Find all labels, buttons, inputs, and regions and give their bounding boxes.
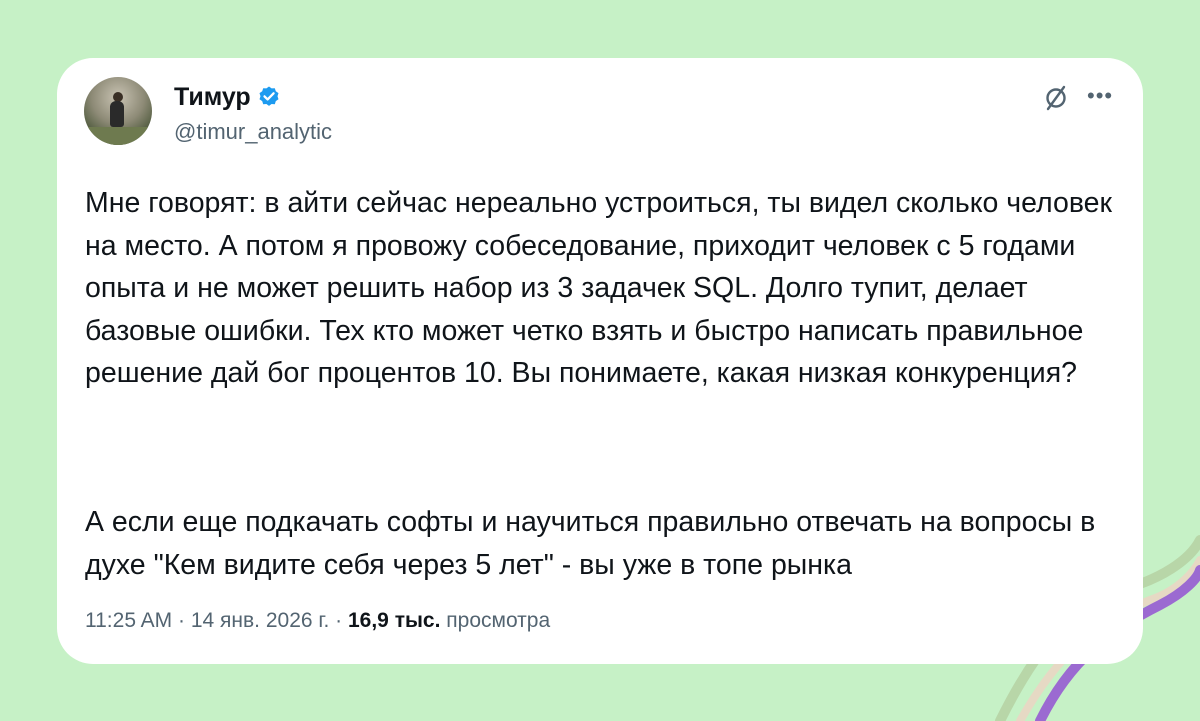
grok-slash-icon[interactable] [1042, 84, 1070, 112]
tweet-text-paragraph-2: А если еще подкачать софты и научиться п… [85, 506, 1096, 581]
views-count: 16,9 тыс. [347, 609, 441, 632]
tweet-text-paragraph-1: Мне говорят: в айти сейчас нереально уст… [85, 187, 1112, 389]
meta-separator: · [335, 609, 348, 632]
author-name[interactable]: Тимур [174, 82, 281, 112]
tweet-card: Тимур @timur_analytic ••• Мне говорят: в… [57, 58, 1143, 664]
views-label: просмотра [446, 609, 551, 632]
author-handle[interactable]: @timur_analytic [174, 119, 332, 145]
meta-separator: · [178, 609, 191, 632]
tweet-meta: 11:25 AM · 14 янв. 2026 г. · 16,9 тыс. п… [85, 608, 550, 634]
avatar[interactable] [84, 77, 152, 145]
verified-badge-icon [259, 86, 279, 106]
tweet-date[interactable]: 14 янв. 2026 г. [191, 609, 329, 632]
tweet-time[interactable]: 11:25 AM [85, 609, 172, 632]
author-name-text[interactable]: Тимур [174, 82, 251, 112]
more-dots-icon[interactable]: ••• [1087, 85, 1113, 107]
